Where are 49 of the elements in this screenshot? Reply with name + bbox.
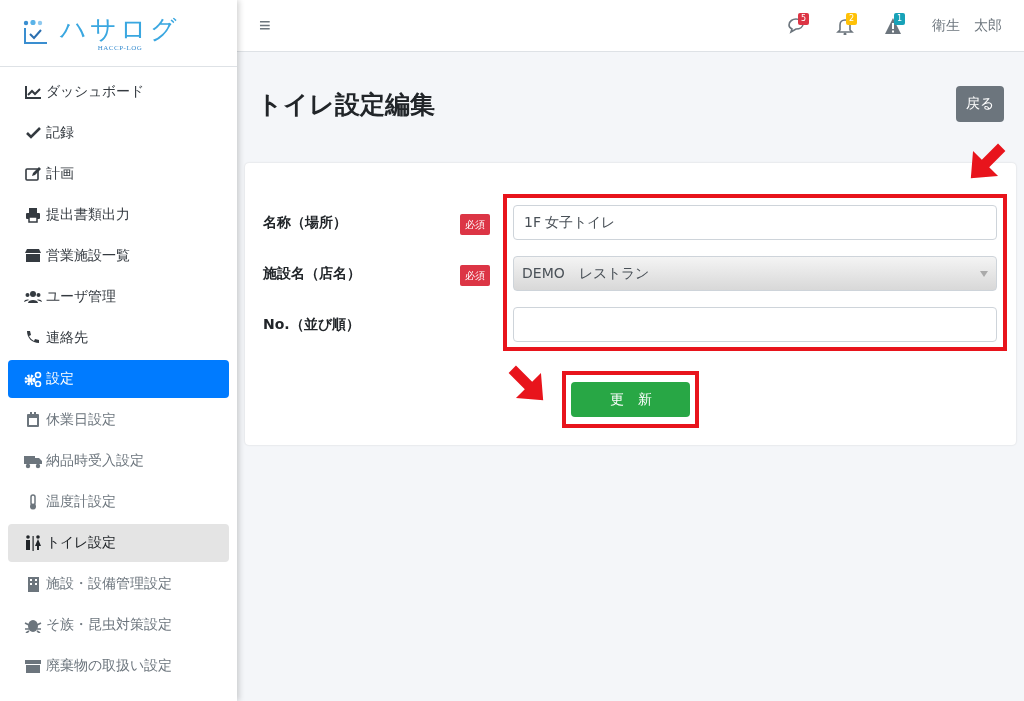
required-badge: 必須 bbox=[459, 265, 490, 286]
chart-icon bbox=[24, 84, 42, 100]
user-name[interactable]: 衛生 太郎 bbox=[932, 16, 1002, 35]
sidebar-item[interactable]: 納品時受入設定 bbox=[8, 442, 229, 480]
calendar-icon bbox=[24, 412, 42, 428]
sidebar-item[interactable]: 休業日設定 bbox=[8, 401, 229, 439]
users-icon bbox=[24, 289, 42, 305]
chat-icon[interactable] bbox=[788, 16, 806, 35]
bug-icon bbox=[24, 617, 42, 633]
select-field[interactable]: DEMO レストラン bbox=[513, 256, 997, 291]
logo-icon bbox=[22, 20, 50, 46]
page-title: トイレ設定編集 bbox=[257, 88, 435, 121]
menu-button[interactable]: ≡ bbox=[259, 14, 271, 37]
sidebar-item[interactable]: 計画 bbox=[8, 155, 229, 193]
input-field[interactable]: 1F 女子トイレ bbox=[513, 205, 997, 240]
sidebar-item[interactable]: 連絡先 bbox=[8, 319, 229, 357]
sidebar-item[interactable]: 温度計設定 bbox=[8, 483, 229, 521]
required-badge: 必須 bbox=[459, 214, 490, 235]
edit-icon bbox=[24, 166, 42, 182]
back-button[interactable]: 戻る bbox=[956, 86, 1004, 122]
store-icon bbox=[24, 248, 42, 264]
sidebar-item[interactable]: 営業施設一覧 bbox=[8, 237, 229, 275]
sidebar-item[interactable]: ダッシュボード bbox=[8, 73, 229, 111]
notification-count: 5 bbox=[798, 12, 810, 25]
field-label: 名称（場所） bbox=[263, 213, 348, 232]
caret-icon bbox=[980, 270, 988, 277]
sidebar-item[interactable]: トイレ設定 bbox=[8, 524, 229, 562]
truck-icon bbox=[24, 453, 42, 469]
sidebar-item[interactable]: 提出書類出力 bbox=[8, 196, 229, 234]
sidebar-item[interactable]: 記録 bbox=[8, 114, 229, 152]
notification-count: 1 bbox=[894, 12, 906, 25]
sidebar-item[interactable]: そ族・昆虫対策設定 bbox=[8, 606, 229, 644]
update-button[interactable]: 更 新 bbox=[571, 382, 690, 417]
sidebar-item[interactable]: 設定 bbox=[8, 360, 229, 398]
dumpster-icon bbox=[24, 658, 42, 674]
restroom-icon bbox=[24, 535, 42, 551]
field-label: 施設名（店名） bbox=[263, 264, 362, 283]
sidebar-item[interactable]: 施設・設備管理設定 bbox=[8, 565, 229, 603]
field-label: No.（並び順） bbox=[263, 315, 361, 334]
notification-count: 2 bbox=[846, 12, 858, 25]
sidebar-item[interactable]: ユーザ管理 bbox=[8, 278, 229, 316]
check-icon bbox=[24, 125, 42, 141]
gears-icon bbox=[24, 371, 42, 387]
bell-icon[interactable] bbox=[836, 16, 854, 35]
sidebar-item[interactable]: 廃棄物の取扱い設定 bbox=[8, 647, 229, 685]
logo-text: ハサログ bbox=[60, 14, 180, 44]
phone-icon bbox=[24, 330, 42, 346]
printer-icon bbox=[24, 207, 42, 223]
input-field[interactable] bbox=[513, 307, 997, 342]
